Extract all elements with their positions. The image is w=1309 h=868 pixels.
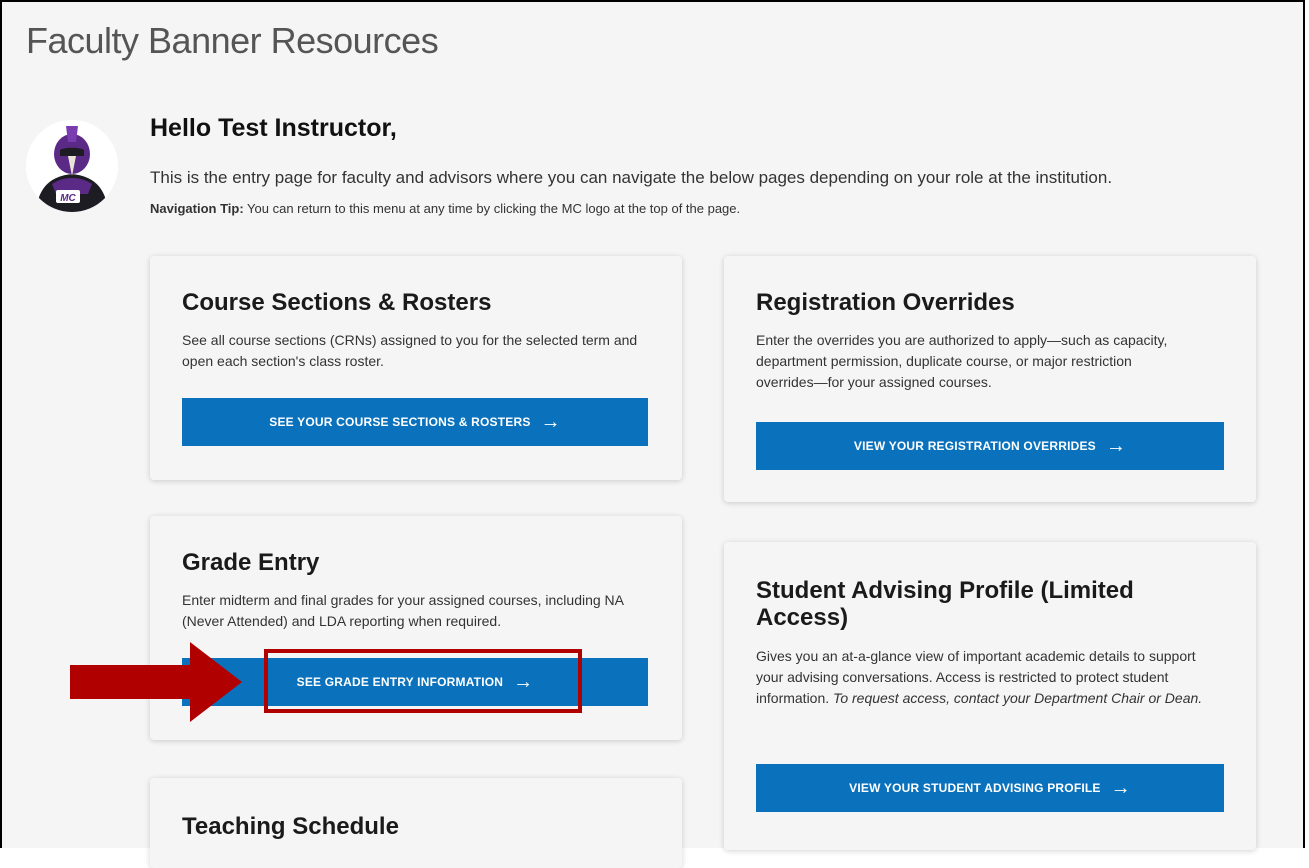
registration-overrides-button[interactable]: View your registration overrides → (756, 422, 1224, 470)
card-course-sections: Course Sections & Rosters See all course… (150, 256, 682, 480)
card-course-sections-title: Course Sections & Rosters (182, 289, 492, 316)
arrow-right-icon: → (1105, 435, 1127, 457)
registration-overrides-button-label: View your registration overrides (853, 439, 1096, 453)
arrow-right-icon: → (540, 411, 561, 433)
student-advising-button-label: View your student advising profile (849, 781, 1101, 795)
card-teaching-schedule: Teaching Schedule (150, 778, 682, 868)
card-registration-overrides: Registration Overrides Enter the overrid… (724, 256, 1256, 502)
card-grade-entry-title: Grade Entry (182, 549, 320, 576)
card-student-advising-desc: Gives you an at-a-glance view of importa… (756, 646, 1216, 709)
svg-text:MC: MC (60, 193, 76, 204)
card-registration-overrides-desc: Enter the overrides you are authorized t… (756, 332, 1168, 390)
course-sections-button[interactable]: See your course sections & rosters → (182, 398, 648, 446)
card-grade-entry-desc: Enter midterm and final grades for your … (182, 592, 624, 629)
navigation-tip-text: You can return to this menu at any time … (247, 201, 741, 216)
card-course-sections-desc: See all course sections (CRNs) assigned … (182, 332, 638, 369)
navigation-tip-label: Navigation Tip: (150, 201, 244, 216)
page-title: Faculty Banner Resources (26, 20, 439, 61)
annotation-arrow-icon (70, 642, 242, 722)
card-teaching-schedule-title: Teaching Schedule (182, 813, 399, 840)
intro-text: This is the entry page for faculty and a… (150, 168, 1113, 187)
mascot-avatar-icon: MC (26, 120, 118, 212)
course-sections-button-label: See your course sections & rosters (269, 415, 531, 429)
arrow-right-icon: → (1110, 777, 1131, 799)
student-advising-button[interactable]: View your student advising profile → (756, 764, 1224, 812)
card-student-advising-title: Student Advising Profile (Limited Access… (756, 577, 1134, 631)
greeting-heading: Hello Test Instructor, (150, 114, 397, 142)
card-student-advising-access-note: To request access, contact your Departme… (833, 690, 1203, 706)
annotation-highlight-box (264, 649, 582, 713)
card-student-advising: Student Advising Profile (Limited Access… (724, 542, 1256, 850)
page-frame: Faculty Banner Resources MC Hello Test I… (0, 0, 1305, 868)
card-registration-overrides-title: Registration Overrides (756, 289, 1015, 316)
navigation-tip: Navigation Tip: You can return to this m… (150, 201, 740, 216)
avatar: MC (26, 120, 118, 212)
